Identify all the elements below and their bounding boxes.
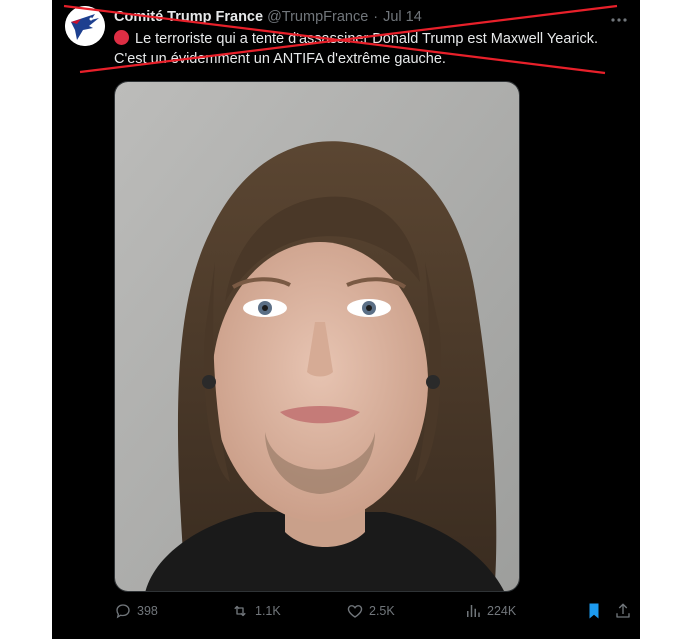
bookmark-button[interactable] (586, 602, 607, 620)
reply-count: 398 (137, 604, 158, 618)
user-handle[interactable]: @TrumpFrance (267, 9, 368, 25)
red-circle-icon (114, 30, 129, 45)
tweet-header: Comité Trump France @TrumpFrance · Jul 1… (114, 8, 422, 26)
share-button[interactable] (614, 602, 637, 620)
tweet-text-line-2: C'est un évidemment un ANTIFA d'extrême … (114, 51, 446, 67)
tweet-text-line-1: Le terroriste qui a tenté d'assassiner D… (114, 29, 634, 49)
display-name[interactable]: Comité Trump France (114, 9, 263, 25)
reply-button[interactable]: 398 (114, 602, 158, 620)
tweet-photo[interactable] (114, 81, 520, 592)
tweet-card[interactable]: Comité Trump France @TrumpFrance · Jul 1… (52, 0, 640, 639)
action-bar: 398 1.1K 2.5K 224K (114, 602, 634, 626)
views-icon (467, 605, 480, 617)
bookmark-icon (589, 603, 599, 619)
like-button[interactable]: 2.5K (346, 602, 395, 620)
tweet-date[interactable]: Jul 14 (383, 9, 422, 25)
tweet-text-line-1-content: Le terroriste qui a tenté d'assassiner D… (135, 31, 598, 47)
portrait-photo (115, 82, 519, 591)
retweet-icon (234, 605, 246, 617)
separator: · (373, 9, 379, 25)
like-count: 2.5K (369, 604, 395, 618)
heart-icon (347, 605, 363, 618)
share-icon (616, 603, 630, 618)
eagle-logo-icon (65, 6, 105, 46)
reply-icon (116, 604, 130, 619)
retweet-count: 1.1K (255, 604, 281, 618)
views-button[interactable]: 224K (464, 602, 516, 620)
tweet-text: Le terroriste qui a tenté d'assassiner D… (114, 29, 634, 69)
avatar[interactable] (65, 6, 105, 46)
retweet-button[interactable]: 1.1K (230, 602, 281, 620)
views-count: 224K (487, 604, 517, 618)
more-icon[interactable] (610, 12, 628, 30)
